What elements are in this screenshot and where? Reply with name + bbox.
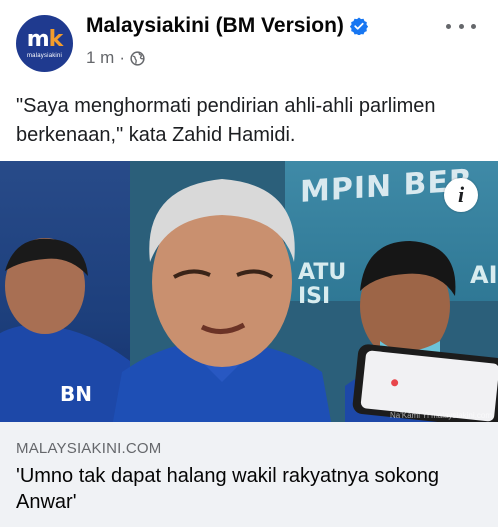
avatar-wordmark: malaysiakini [26, 52, 63, 59]
globe-icon [130, 50, 145, 66]
more-options-button[interactable] [446, 16, 476, 36]
page-name[interactable]: Malaysiakini (BM Version) [86, 14, 344, 38]
avatar-logo: mk [26, 26, 64, 52]
meta-separator: · [119, 48, 126, 67]
info-icon-glyph: i [457, 182, 465, 207]
link-title[interactable]: 'Umno tak dapat halang wakil rakyatnya s… [16, 463, 476, 515]
more-dot [471, 23, 476, 29]
image-watermark: Na'Kami Yi malaysiakini.com [389, 411, 492, 420]
link-preview-image[interactable]: MPIN BER ATU ISI AI BN i Na'Kami Yi mala… [0, 161, 498, 422]
page-name-row: Malaysiakini (BM Version) [86, 14, 369, 38]
more-dot [458, 23, 464, 29]
image-shirt-badge: BN [60, 382, 92, 406]
more-dot [446, 23, 451, 29]
post-text: "Saya menghormati pendirian ahli-ahli pa… [16, 95, 436, 146]
post-header: mk malaysiakini Malaysiakini (BM Version… [0, 0, 498, 80]
post-timestamp[interactable]: 1 m [86, 48, 114, 68]
record-dot-icon [390, 378, 399, 387]
info-icon[interactable]: i [444, 178, 478, 212]
image-person-left: BN [0, 238, 130, 422]
link-domain: MALAYSIAKINI.COM [16, 440, 162, 457]
verified-badge-icon [349, 17, 369, 36]
page-avatar[interactable]: mk malaysiakini [16, 15, 73, 72]
post-meta: 1 m · [86, 48, 145, 68]
image-person-center [112, 179, 332, 422]
link-preview-card[interactable]: MALAYSIAKINI.COM 'Umno tak dapat halang … [0, 422, 498, 527]
